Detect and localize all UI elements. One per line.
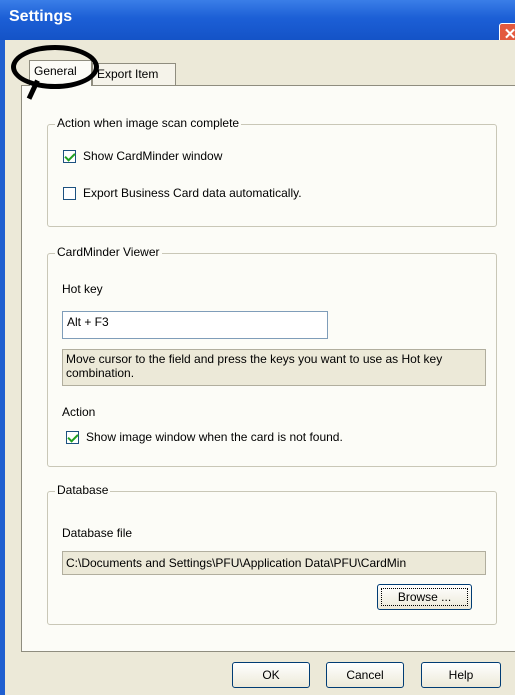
title-bar: Settings xyxy=(0,0,515,40)
hot-key-hint: Move cursor to the field and press the k… xyxy=(62,349,486,386)
window-title: Settings xyxy=(9,8,73,25)
browse-button-label: Browse ... xyxy=(381,588,468,606)
hot-key-label: Hot key xyxy=(62,282,103,296)
show-cardminder-window-checkbox[interactable] xyxy=(63,150,76,163)
database-group-legend: Database xyxy=(55,483,111,497)
tab-export-item-label: Export Item xyxy=(97,67,159,81)
hot-key-hint-text: Move cursor to the field and press the k… xyxy=(66,352,443,380)
cancel-button-label: Cancel xyxy=(346,668,384,682)
hot-key-value: Alt + F3 xyxy=(67,315,109,329)
browse-button[interactable]: Browse ... xyxy=(377,584,472,610)
show-image-window-label[interactable]: Show image window when the card is not f… xyxy=(86,430,343,444)
help-button-label: Help xyxy=(448,668,474,682)
scan-complete-group xyxy=(47,124,497,227)
tab-general-label: General xyxy=(34,64,77,78)
cancel-button[interactable]: Cancel xyxy=(326,662,404,688)
cardminder-viewer-group-legend: CardMinder Viewer xyxy=(55,245,162,259)
export-automatically-label[interactable]: Export Business Card data automatically. xyxy=(83,186,302,200)
ok-button[interactable]: OK xyxy=(232,662,310,688)
export-automatically-checkbox[interactable] xyxy=(63,187,76,200)
hot-key-input[interactable]: Alt + F3 xyxy=(62,311,328,339)
database-file-label: Database file xyxy=(62,526,133,540)
action-label: Action xyxy=(62,405,96,419)
tab-export-item[interactable]: Export Item xyxy=(92,63,176,85)
database-file-path: C:\Documents and Settings\PFU\Applicatio… xyxy=(62,551,486,575)
show-cardminder-window-label[interactable]: Show CardMinder window xyxy=(83,149,222,163)
help-button[interactable]: Help xyxy=(421,662,501,688)
database-file-path-text: C:\Documents and Settings\PFU\Applicatio… xyxy=(66,556,407,570)
scan-complete-group-legend: Action when image scan complete xyxy=(55,116,242,130)
ok-button-label: OK xyxy=(262,668,280,682)
show-image-window-checkbox[interactable] xyxy=(66,431,79,444)
